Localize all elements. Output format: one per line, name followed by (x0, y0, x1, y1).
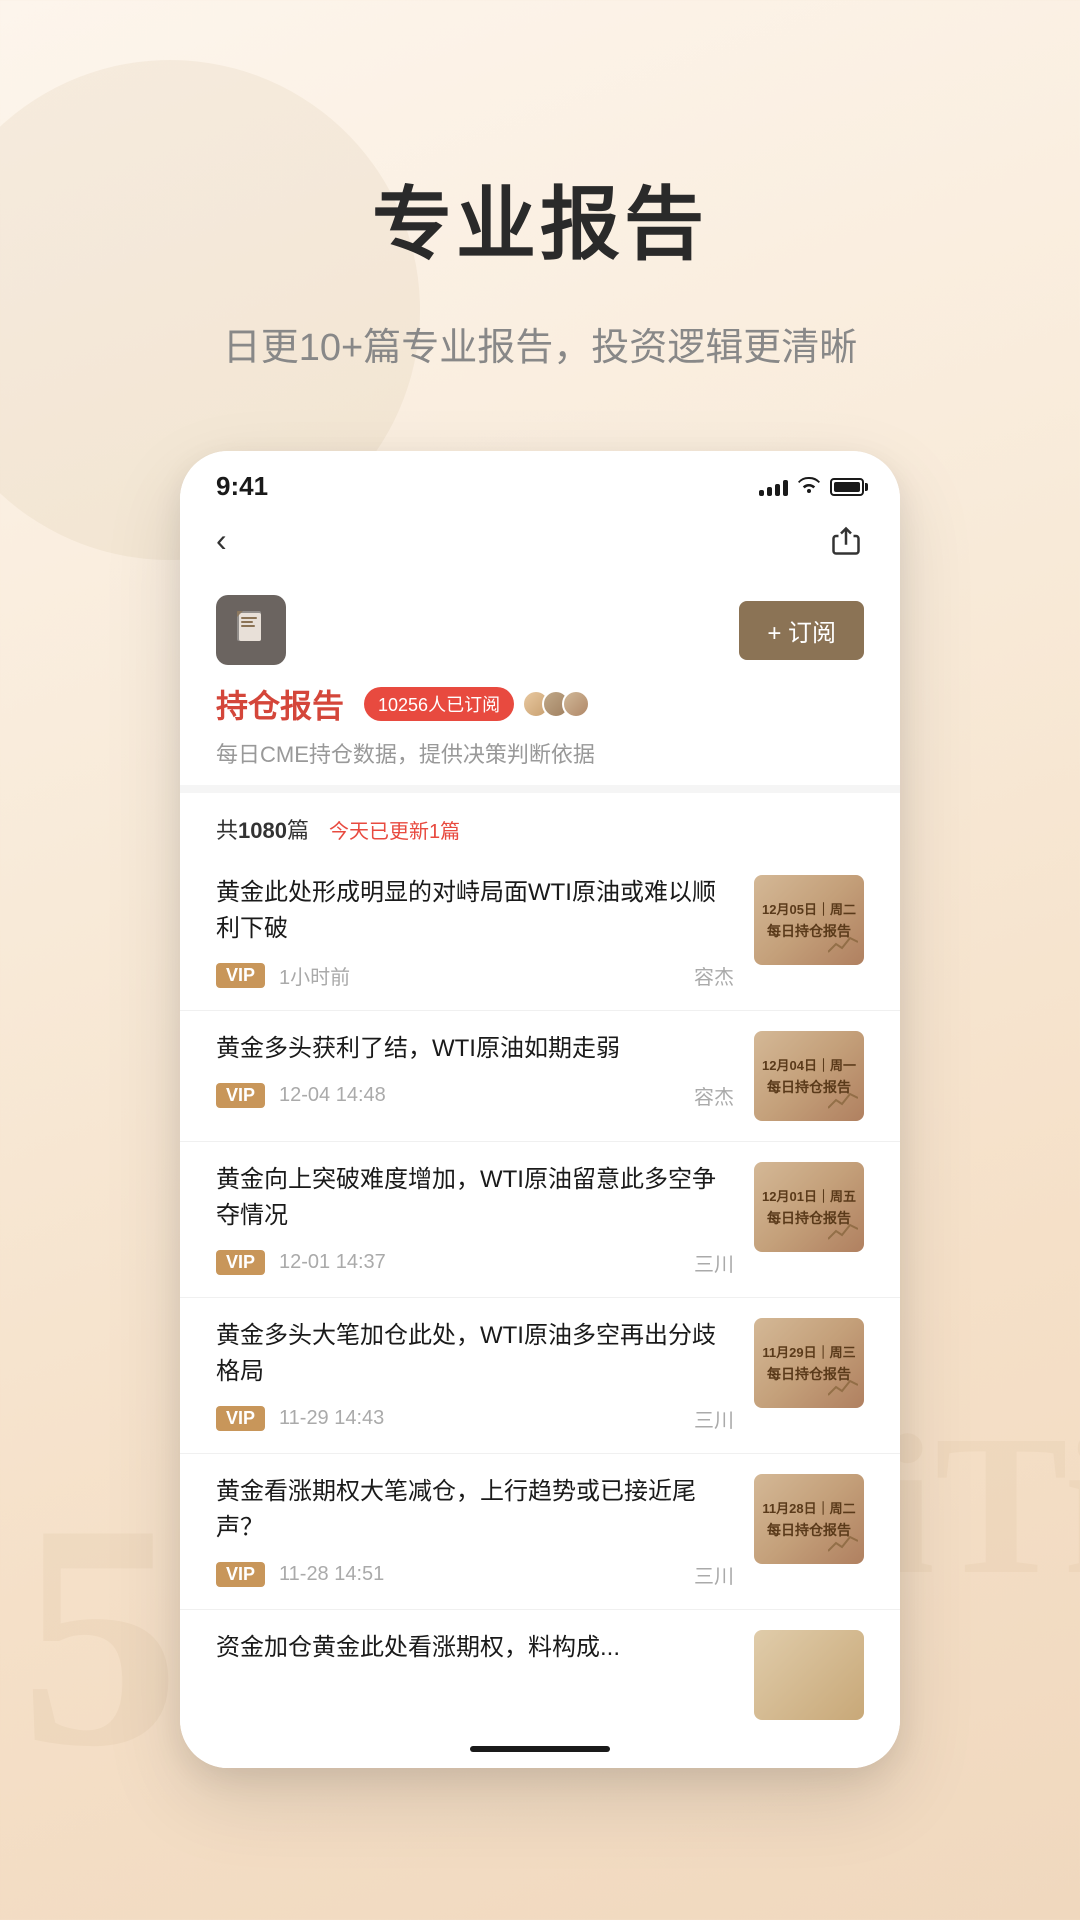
article-meta: VIP 1小时前 容杰 (216, 961, 734, 990)
main-title: 专业报告 (372, 160, 708, 276)
article-thumbnail: 12月04日｜周一 每日持仓报告 (754, 1031, 864, 1121)
avatar-group (530, 690, 590, 718)
bottom-indicator (180, 1730, 900, 1768)
report-header: + 订阅 持仓报告 10256人已订阅 每日CME持仓数据，提供决策判断依据 (180, 575, 900, 785)
subscribe-button[interactable]: + 订阅 (739, 601, 864, 660)
vip-badge: VIP (216, 1250, 265, 1275)
vip-badge: VIP (216, 963, 265, 988)
article-meta: VIP 12-04 14:48 容杰 (216, 1081, 734, 1110)
article-meta: VIP 11-29 14:43 三川 (216, 1404, 734, 1433)
article-author: 三川 (694, 1248, 734, 1277)
article-text: 黄金向上突破难度增加，WTI原油留意此多空争夺情况 VIP 12-01 14:3… (216, 1162, 734, 1277)
article-thumbnail: 12月05日｜周二 每日持仓报告 (754, 875, 864, 965)
article-text: 黄金多头获利了结，WTI原油如期走弱 VIP 12-04 14:48 容杰 (216, 1031, 734, 1121)
subscriber-badge: 10256人已订阅 (364, 687, 514, 721)
thumb-chart-icon (828, 934, 858, 959)
thumb-date: 12月05日｜周二 (762, 899, 856, 918)
share-button[interactable] (828, 523, 864, 559)
list-item[interactable]: 资金加仓黄金此处看涨期权，料构成... (180, 1610, 900, 1730)
vip-badge: VIP (216, 1562, 265, 1587)
thumb-date: 11月28日｜周二 (762, 1498, 855, 1517)
article-time: 12-04 14:48 (279, 1084, 386, 1107)
thumb-chart-icon (828, 1533, 858, 1558)
article-text: 资金加仓黄金此处看涨期权，料构成... (216, 1630, 734, 1720)
update-status: 今天已更新1篇 (329, 815, 460, 844)
thumb-date: 11月29日｜周三 (762, 1342, 855, 1361)
article-author: 三川 (694, 1560, 734, 1589)
signal-icon (759, 478, 788, 496)
back-button[interactable]: ‹ (216, 522, 227, 559)
list-item[interactable]: 黄金向上突破难度增加，WTI原油留意此多空争夺情况 VIP 12-01 14:3… (180, 1142, 900, 1298)
report-title: 持仓报告 (216, 681, 344, 727)
list-item[interactable]: 黄金此处形成明显的对峙局面WTI原油或难以顺利下破 VIP 1小时前 容杰 12… (180, 855, 900, 1011)
article-text: 黄金此处形成明显的对峙局面WTI原油或难以顺利下破 VIP 1小时前 容杰 (216, 875, 734, 990)
report-top-row: + 订阅 (216, 595, 864, 665)
article-time: 1小时前 (279, 961, 350, 990)
status-icons (759, 475, 864, 499)
article-text: 黄金看涨期权大笔减仓，上行趋势或已接近尾声？ VIP 11-28 14:51 三… (216, 1474, 734, 1589)
article-meta: VIP 12-01 14:37 三川 (216, 1248, 734, 1277)
vip-badge: VIP (216, 1083, 265, 1108)
article-title: 黄金看涨期权大笔减仓，上行趋势或已接近尾声？ (216, 1474, 734, 1546)
thumb-chart-icon (828, 1221, 858, 1246)
report-title-row: 持仓报告 10256人已订阅 (216, 681, 864, 727)
nav-bar: ‹ (180, 512, 900, 575)
article-thumbnail: 11月28日｜周二 每日持仓报告 (754, 1474, 864, 1564)
list-item[interactable]: 黄金看涨期权大笔减仓，上行趋势或已接近尾声？ VIP 11-28 14:51 三… (180, 1454, 900, 1610)
article-author: 容杰 (694, 1081, 734, 1110)
vip-badge: VIP (216, 1406, 265, 1431)
article-title: 黄金多头获利了结，WTI原油如期走弱 (216, 1031, 734, 1067)
list-item[interactable]: 黄金多头获利了结，WTI原油如期走弱 VIP 12-04 14:48 容杰 12… (180, 1011, 900, 1142)
thumb-chart-icon (828, 1090, 858, 1115)
list-header: 共1080篇 今天已更新1篇 (180, 793, 900, 855)
article-thumbnail (754, 1630, 864, 1720)
article-title: 黄金此处形成明显的对峙局面WTI原油或难以顺利下破 (216, 875, 734, 947)
article-count: 共1080篇 (216, 813, 309, 845)
status-bar: 9:41 (180, 451, 900, 512)
home-indicator (470, 1746, 610, 1752)
status-time: 9:41 (216, 471, 268, 502)
report-description: 每日CME持仓数据，提供决策判断依据 (216, 737, 864, 769)
article-meta: VIP 11-28 14:51 三川 (216, 1560, 734, 1589)
article-time: 11-28 14:51 (279, 1563, 384, 1586)
section-divider (180, 785, 900, 793)
article-thumbnail: 12月01日｜周五 每日持仓报告 (754, 1162, 864, 1252)
thumb-date: 12月01日｜周五 (762, 1186, 856, 1205)
article-time: 11-29 14:43 (279, 1407, 384, 1430)
article-title: 黄金向上突破难度增加，WTI原油留意此多空争夺情况 (216, 1162, 734, 1234)
article-title: 资金加仓黄金此处看涨期权，料构成... (216, 1630, 734, 1666)
article-title: 黄金多头大笔加仓此处，WTI原油多空再出分歧格局 (216, 1318, 734, 1390)
article-time: 12-01 14:37 (279, 1251, 386, 1274)
article-author: 三川 (694, 1404, 734, 1433)
phone-mockup: 9:41 (180, 451, 900, 1768)
thumb-date: 12月04日｜周一 (762, 1055, 856, 1074)
report-icon (216, 595, 286, 665)
article-author: 容杰 (694, 961, 734, 990)
article-thumbnail: 11月29日｜周三 每日持仓报告 (754, 1318, 864, 1408)
wifi-icon (798, 475, 820, 499)
page-content: 专业报告 日更10+篇专业报告，投资逻辑更清晰 9:41 (0, 0, 1080, 1768)
sub-title: 日更10+篇专业报告，投资逻辑更清晰 (223, 316, 857, 371)
list-item[interactable]: 黄金多头大笔加仓此处，WTI原油多空再出分歧格局 VIP 11-29 14:43… (180, 1298, 900, 1454)
article-text: 黄金多头大笔加仓此处，WTI原油多空再出分歧格局 VIP 11-29 14:43… (216, 1318, 734, 1433)
thumb-chart-icon (828, 1377, 858, 1402)
battery-icon (830, 478, 864, 496)
